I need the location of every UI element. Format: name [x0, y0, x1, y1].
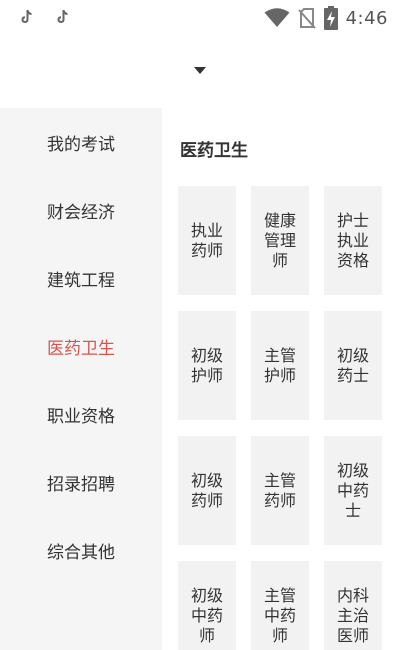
- sidebar-item-label: 职业资格: [47, 406, 115, 427]
- sidebar-item-label: 招录招聘: [47, 474, 115, 495]
- sidebar-item-professional-qualification[interactable]: 职业资格: [0, 380, 162, 448]
- exam-tile[interactable]: 主管药师: [251, 436, 309, 545]
- sidebar-item-label: 综合其他: [47, 542, 115, 563]
- sidebar-item-medical-health[interactable]: 医药卫生: [0, 312, 162, 380]
- section-title: 医药卫生: [180, 141, 248, 161]
- exam-tile-label: 主管药师: [263, 470, 296, 510]
- exam-tile[interactable]: 健康管理师: [251, 186, 309, 295]
- exam-tile-label: 主管中药师: [263, 585, 296, 645]
- exam-tile[interactable]: 主管护师: [251, 311, 309, 420]
- wifi-icon: [264, 8, 290, 27]
- exam-tile[interactable]: 初级药师: [178, 436, 236, 545]
- exam-tile-label: 主管护师: [263, 345, 296, 385]
- sidebar-item-label: 医药卫生: [47, 338, 115, 359]
- exam-tile-label: 健康管理师: [263, 210, 296, 270]
- status-bar: 4:46: [0, 0, 400, 36]
- tiktok-icon: [21, 10, 32, 23]
- sidebar-item-label: 财会经济: [47, 202, 115, 223]
- exam-tile-label: 初级中药师: [190, 585, 223, 645]
- category-sidebar: 我的考试 财会经济 建筑工程 医药卫生 职业资格 招录招聘 综合其他: [0, 108, 162, 650]
- exam-list-panel: 医药卫生 执业药师 健康管理师 护士执业资格 初级护师 主管护师 初级药士 初级…: [162, 108, 400, 650]
- exam-tile-label: 初级药士: [336, 345, 369, 385]
- exam-tile-label: 初级药师: [190, 470, 223, 510]
- battery-charging-icon: [323, 6, 338, 30]
- exam-tile[interactable]: 执业药师: [178, 186, 236, 295]
- tiktok-icon: [57, 10, 68, 23]
- exam-tile-label: 执业药师: [190, 220, 223, 260]
- exam-tile[interactable]: 初级护师: [178, 311, 236, 420]
- sidebar-item-finance-economics[interactable]: 财会经济: [0, 176, 162, 244]
- exam-tile[interactable]: 初级中药士: [324, 436, 382, 545]
- caret-down-icon[interactable]: [193, 66, 207, 76]
- exam-tile-label: 内科主治医师: [336, 585, 369, 645]
- exam-grid: 执业药师 健康管理师 护士执业资格 初级护师 主管护师 初级药士 初级药师 主管…: [178, 186, 384, 650]
- sidebar-item-my-exams[interactable]: 我的考试: [0, 108, 162, 176]
- sidebar-item-label: 我的考试: [47, 134, 115, 155]
- clock-time: 4:46: [345, 7, 388, 29]
- sidebar-item-label: 建筑工程: [47, 270, 115, 291]
- sidebar-item-other[interactable]: 综合其他: [0, 516, 162, 584]
- exam-tile-label: 初级中药士: [336, 460, 369, 520]
- exam-tile-label: 初级护师: [190, 345, 223, 385]
- exam-tile[interactable]: 内科主治医师: [324, 561, 382, 650]
- sidebar-item-construction[interactable]: 建筑工程: [0, 244, 162, 312]
- exam-tile[interactable]: 初级中药师: [178, 561, 236, 650]
- exam-tile[interactable]: 主管中药师: [251, 561, 309, 650]
- exam-tile-label: 护士执业资格: [336, 210, 369, 270]
- sidebar-item-recruitment[interactable]: 招录招聘: [0, 448, 162, 516]
- no-sim-icon: [297, 8, 316, 29]
- exam-tile[interactable]: 护士执业资格: [324, 186, 382, 295]
- exam-tile[interactable]: 初级药士: [324, 311, 382, 420]
